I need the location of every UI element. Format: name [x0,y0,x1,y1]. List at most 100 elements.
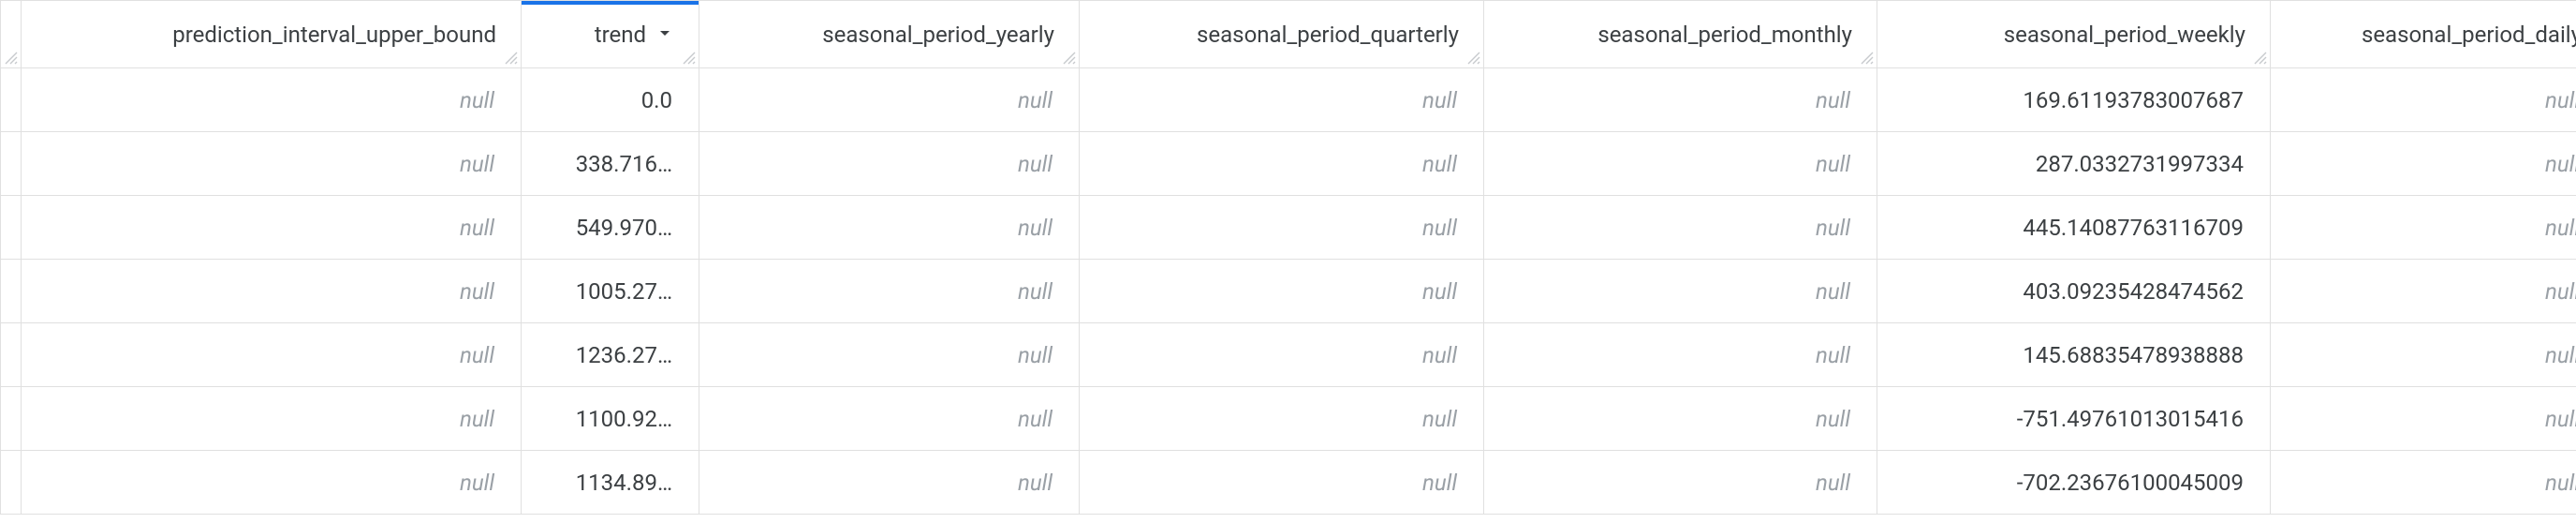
cell: null [22,68,522,132]
column-label: prediction_interval_upper_bound [172,22,496,48]
null-value: null [1816,215,1850,241]
table-row[interactable]: null 1236.27… null null null 145.688354789388… [1,323,2576,387]
null-value: null [1422,406,1457,432]
column-label: seasonal_period_yearly [822,22,1054,48]
table-row[interactable]: null0.0nullnullnull169.61193783007687nul… [1,68,2576,132]
table-header: prediction_interval_upper_bound trend [1,1,2576,68]
null-value: null [460,470,494,496]
cell: null [1080,451,1484,515]
resize-handle-icon[interactable] [1859,50,1874,65]
cell-value: 169.61193783007687 [2023,87,2244,113]
table-row[interactable]: null 549.970… null null null 445.140877631167… [1,196,2576,260]
cell: null [22,196,522,260]
cell: null [1080,196,1484,260]
cell: null [1484,260,1877,323]
resize-handle-icon[interactable] [1465,50,1480,65]
table-row[interactable]: null1005.27…nullnullnull403.092354284745… [1,260,2576,323]
column-header-seasonal-period-quarterly[interactable]: seasonal_period_quarterly [1080,1,1484,68]
cell: null [1484,132,1877,196]
cell-value: -751.49761013015416 [2017,406,2244,432]
null-value: null [2545,87,2576,113]
cell-stub [1,260,22,323]
cell-value: 145.68835478938888 [2023,342,2244,368]
null-value: null [1018,278,1052,305]
cell: 338.716… [522,132,699,196]
cell-value: 549.970… [576,215,672,241]
table-row[interactable]: null 1100.92… null null null -751.49761013015… [1,387,2576,451]
cell-stub [1,451,22,515]
null-value: null [2545,215,2576,241]
column-header-seasonal-period-daily[interactable]: seasonal_period_daily [2271,1,2576,68]
cell: null [2271,68,2576,132]
data-table: prediction_interval_upper_bound trend [0,0,2576,515]
cell: null [2271,132,2576,196]
resize-handle-icon[interactable] [503,50,518,65]
null-value: null [1816,87,1850,113]
cell: null [2271,196,2576,260]
resize-handle-icon[interactable] [1061,50,1076,65]
column-header-trend[interactable]: trend [522,1,699,68]
cell: 445.14087763116709 [1877,196,2271,260]
cell: null [1484,68,1877,132]
column-label: trend [595,22,646,48]
column-label: seasonal_period_quarterly [1197,22,1459,48]
null-value: null [1018,215,1052,241]
cell: null [1484,196,1877,260]
cell: 403.09235428474562 [1877,260,2271,323]
null-value: null [460,406,494,432]
cell: null [1484,387,1877,451]
cell-value: 1134.89… [576,470,672,496]
cell: null [1080,260,1484,323]
cell: 549.970… [522,196,699,260]
cell-value: 287.0332731997334 [2036,151,2244,177]
cell-value: 1236.27… [576,342,672,368]
null-value: null [2545,151,2576,177]
cell-stub [1,196,22,260]
cell: null [2271,323,2576,387]
cell-stub [1,132,22,196]
table-row[interactable]: null338.716…nullnullnull287.033273199733… [1,132,2576,196]
resize-handle-icon[interactable] [681,50,696,65]
null-value: null [460,215,494,241]
cell: null [1484,323,1877,387]
table-row[interactable]: null1134.89…nullnullnull-702.23676100045… [1,451,2576,515]
resize-handle-icon[interactable] [2252,50,2267,65]
table-body: null0.0nullnullnull169.61193783007687nul… [1,68,2576,515]
cell-stub [1,323,22,387]
column-header-seasonal-period-monthly[interactable]: seasonal_period_monthly [1484,1,1877,68]
column-header-prediction-interval-upper-bound[interactable]: prediction_interval_upper_bound [22,1,522,68]
column-header-seasonal-period-yearly[interactable]: seasonal_period_yearly [699,1,1080,68]
null-value: null [2545,342,2576,368]
null-value: null [1816,470,1850,496]
null-value: null [1422,342,1457,368]
cell: null [2271,260,2576,323]
cell: 169.61193783007687 [1877,68,2271,132]
null-value: null [460,87,494,113]
cell: null [1080,387,1484,451]
cell: 287.0332731997334 [1877,132,2271,196]
column-label: seasonal_period_monthly [1597,22,1852,48]
resize-handle-icon[interactable] [3,50,18,65]
cell: null [699,323,1080,387]
null-value: null [1018,406,1052,432]
null-value: null [2545,278,2576,305]
null-value: null [1018,87,1052,113]
cell: null [1484,451,1877,515]
cell: null [1080,132,1484,196]
column-header-stub[interactable] [1,1,22,68]
active-sort-indicator [522,1,699,6]
cell: -751.49761013015416 [1877,387,2271,451]
cell-value: -702.23676100045009 [2017,470,2244,496]
null-value: null [2545,406,2576,432]
cell: null [22,387,522,451]
null-value: null [460,278,494,305]
column-header-seasonal-period-weekly[interactable]: seasonal_period_weekly [1877,1,2271,68]
cell-value: 1100.92… [576,406,672,432]
cell: null [22,451,522,515]
null-value: null [1816,278,1850,305]
null-value: null [1422,151,1457,177]
cell: null [699,451,1080,515]
cell-value: 338.716… [576,151,672,177]
cell-value: 0.0 [641,87,672,113]
cell: null [2271,387,2576,451]
